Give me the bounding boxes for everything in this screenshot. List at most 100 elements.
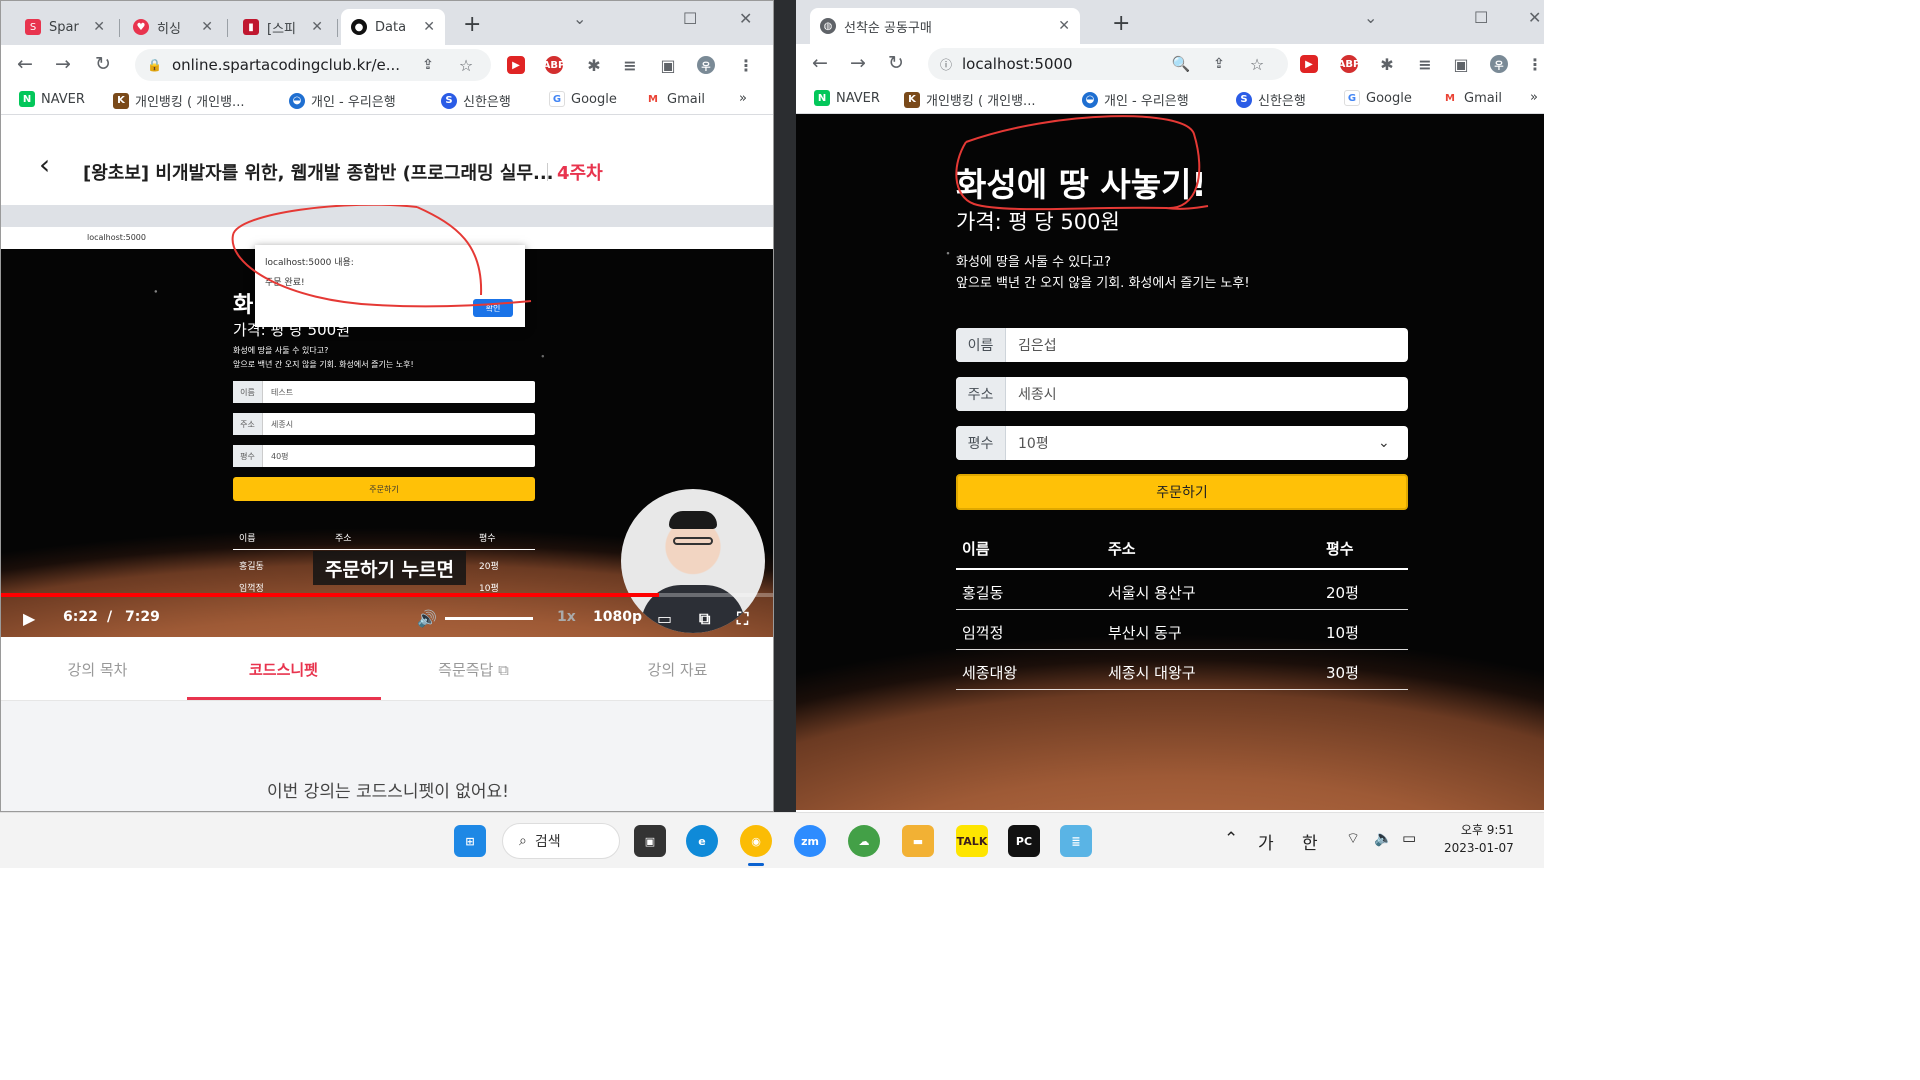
bookmark-shinhan[interactable]: S 신한은행 [1236, 90, 1306, 109]
clock[interactable]: 오후 9:51 2023-01-07 [1444, 821, 1514, 857]
reload-icon[interactable]: ↻ [95, 53, 111, 75]
reload-icon[interactable]: ↻ [888, 52, 904, 74]
tab-data[interactable]: ● Data ✕ [341, 9, 445, 45]
chrome-icon[interactable]: ◉ [740, 825, 772, 857]
ext-red-icon[interactable]: ▶ [507, 56, 525, 74]
tab-search-icon[interactable]: ⌄ [1364, 8, 1377, 27]
share-icon[interactable]: ⇪ [419, 56, 437, 74]
windows-start-icon[interactable]: ⊞ [454, 825, 486, 857]
bookmark-gmail[interactable]: M Gmail [645, 91, 705, 107]
bookmark-star-icon[interactable]: ☆ [457, 56, 475, 75]
bookmark-naver[interactable]: N NAVER [19, 91, 85, 107]
media-icon[interactable]: ≡ [621, 56, 639, 75]
wifi-icon[interactable]: ⌔ [1346, 829, 1360, 848]
lecture-video[interactable]: localhost:5000 localhost:5000 내용: 주문 완료!… [1, 205, 773, 637]
table-row: 임꺽정 부산시 동구 10평 [956, 610, 1408, 650]
taskbar-search[interactable]: ⌕ 검색 [502, 823, 620, 859]
forward-icon[interactable]: → [850, 52, 866, 74]
right-address-bar[interactable]: ⓘ localhost:5000 [928, 48, 1288, 80]
quality-button[interactable]: 1080p [593, 609, 642, 625]
address-input[interactable]: 세종시 [1006, 384, 1408, 404]
bookmarks-overflow-icon[interactable]: » [1530, 90, 1538, 105]
extensions-icon[interactable]: ✱ [1378, 55, 1396, 74]
adblock-icon[interactable]: ABP [543, 56, 565, 74]
window-close-icon[interactable]: ✕ [739, 9, 752, 28]
volume-slider[interactable] [445, 617, 533, 620]
pycharm-icon[interactable]: PC [1008, 825, 1040, 857]
bookmark-woori[interactable]: ◒ 개인 - 우리은행 [1082, 90, 1189, 109]
profile-avatar[interactable]: 우 [1490, 55, 1508, 73]
subtitles-icon[interactable]: ▭ [657, 609, 672, 628]
ime-lang[interactable]: 한 [1302, 829, 1318, 854]
bookmark-star-icon[interactable]: ☆ [1248, 55, 1266, 74]
bookmark-gmail[interactable]: M Gmail [1442, 90, 1502, 106]
forward-icon[interactable]: → [55, 53, 71, 75]
close-icon[interactable]: ✕ [93, 19, 105, 35]
adblock-icon[interactable]: ABP [1338, 55, 1360, 73]
close-icon[interactable]: ✕ [1058, 18, 1070, 34]
media-icon[interactable]: ≡ [1416, 55, 1434, 74]
tab-hisung[interactable]: ♥ 히싱 ✕ [123, 9, 223, 45]
bookmark-google[interactable]: G Google [549, 91, 617, 107]
maximize-icon[interactable]: ☐ [683, 9, 697, 28]
battery-icon[interactable]: ▭ [1402, 829, 1416, 847]
speed-button[interactable]: 1x [557, 609, 576, 625]
table-row: 세종대왕 세종시 대왕구 30평 [956, 650, 1408, 690]
back-icon[interactable]: ← [812, 52, 828, 74]
bookmark-woori[interactable]: ◒ 개인 - 우리은행 [289, 91, 396, 110]
menu-kebab-icon[interactable]: ⋮ [1526, 55, 1544, 74]
name-field[interactable]: 이름 김은섭 [956, 328, 1408, 362]
edge-icon[interactable]: e [686, 825, 718, 857]
tab-toc[interactable]: 강의 목차 [1, 659, 194, 680]
extensions-icon[interactable]: ✱ [585, 56, 603, 75]
tab-sparta-note[interactable]: ▮ [스피 ✕ [233, 9, 333, 45]
back-arrow-icon[interactable]: ‹ [39, 151, 50, 179]
task-view-icon[interactable]: ▣ [634, 825, 666, 857]
tab-code-snippet[interactable]: 코드스니펫 [187, 659, 380, 680]
profile-avatar[interactable]: 우 [697, 56, 715, 74]
window-close-icon[interactable]: ✕ [1528, 8, 1541, 27]
order-button[interactable]: 주문하기 [956, 474, 1408, 510]
new-tab-button[interactable]: + [1112, 13, 1130, 35]
tab-localhost[interactable]: ◍ 선착순 공동구매 ✕ [810, 8, 1080, 44]
tab-materials[interactable]: 강의 자료 [581, 659, 773, 680]
ext-red-icon[interactable]: ▶ [1300, 55, 1318, 73]
heart-icon: ♥ [133, 19, 149, 35]
play-icon[interactable]: ▶ [23, 609, 35, 628]
tab-search-icon[interactable]: ⌄ [573, 9, 586, 28]
share-icon[interactable]: ⇪ [1210, 55, 1228, 73]
size-select[interactable]: 평수 10평 ⌄ [956, 426, 1408, 460]
zoom-app-icon[interactable]: zm [794, 825, 826, 857]
bookmark-naver[interactable]: N NAVER [814, 90, 880, 106]
name-input[interactable]: 김은섭 [1006, 335, 1408, 355]
speaker-icon[interactable]: 🔈 [1374, 829, 1393, 847]
volume-icon[interactable]: 🔊 [417, 609, 437, 628]
maximize-icon[interactable]: ☐ [1474, 8, 1488, 27]
side-panel-icon[interactable]: ▣ [1452, 55, 1470, 74]
ime-mode[interactable]: 가 [1258, 829, 1274, 854]
back-icon[interactable]: ← [17, 53, 33, 75]
close-icon[interactable]: ✕ [423, 19, 435, 35]
bookmarks-overflow-icon[interactable]: » [739, 91, 747, 106]
close-icon[interactable]: ✕ [201, 19, 213, 35]
close-icon[interactable]: ✕ [311, 19, 323, 35]
bookmark-bank[interactable]: K 개인뱅킹 ( 개인뱅... [113, 91, 244, 110]
kakaotalk-icon[interactable]: TALK [956, 825, 988, 857]
bookmark-bank[interactable]: K 개인뱅킹 ( 개인뱅... [904, 90, 1035, 109]
new-tab-button[interactable]: + [463, 14, 481, 36]
zoom-icon[interactable]: 🔍 [1172, 55, 1191, 73]
address-field[interactable]: 주소 세종시 [956, 377, 1408, 411]
bookmark-google[interactable]: G Google [1344, 90, 1412, 106]
side-panel-icon[interactable]: ▣ [659, 56, 677, 75]
tab-sparta[interactable]: S Spar ✕ [15, 9, 115, 45]
tray-overflow-icon[interactable]: ⌃ [1224, 829, 1238, 849]
notepad-icon[interactable]: ≣ [1060, 825, 1092, 857]
left-address-bar[interactable]: 🔒 online.spartacodingclub.kr/e... [135, 49, 491, 81]
menu-kebab-icon[interactable]: ⋮ [737, 56, 755, 75]
pip-icon[interactable]: ⧉ [699, 609, 710, 629]
tab-qna[interactable]: 즉문즉답 ⧉ [377, 659, 570, 680]
file-explorer-icon[interactable]: ▬ [902, 825, 934, 857]
green-app-icon[interactable]: ☁ [848, 825, 880, 857]
bookmark-shinhan[interactable]: S 신한은행 [441, 91, 511, 110]
fullscreen-icon[interactable]: ⛶ [737, 609, 748, 629]
